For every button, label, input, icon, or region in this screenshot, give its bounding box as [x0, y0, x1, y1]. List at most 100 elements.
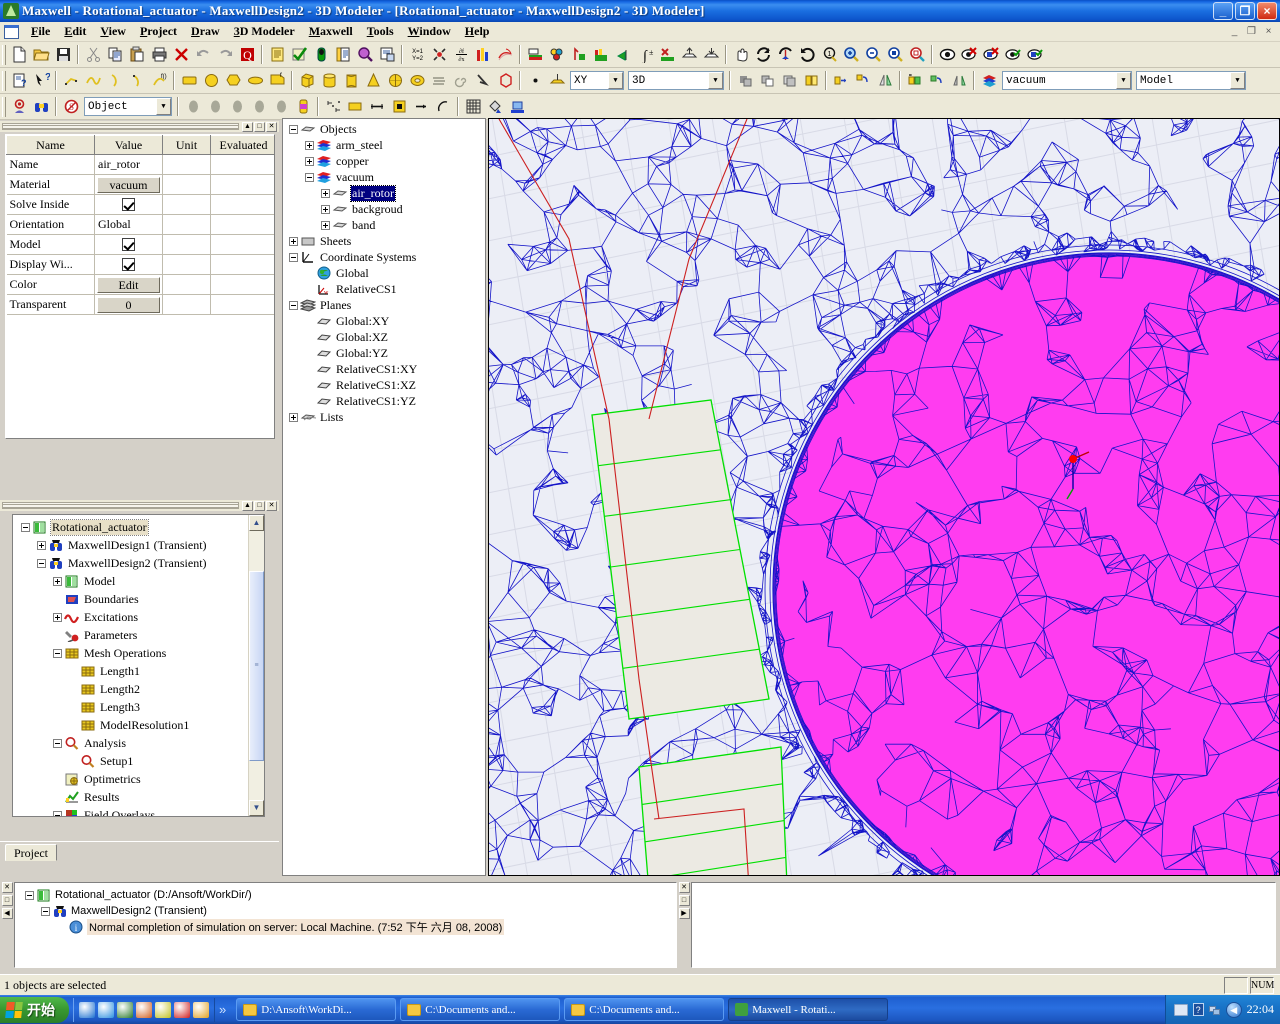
tree-node[interactable]: Analysis — [17, 734, 264, 752]
draw-equation-curve-icon[interactable]: f() — [148, 70, 170, 92]
draw-bondwire-icon[interactable] — [472, 70, 494, 92]
panel-grip[interactable] — [2, 502, 239, 509]
fill-icon[interactable] — [484, 96, 506, 118]
draw-polyline-3d-icon[interactable] — [494, 70, 516, 92]
tree-node[interactable]: Optimetrics — [17, 770, 264, 788]
draw-line-icon[interactable] — [60, 70, 82, 92]
chevron-down-icon[interactable]: ▼ — [1230, 72, 1245, 89]
property-value[interactable] — [94, 254, 163, 275]
plane-select[interactable]: XY ▼ — [570, 71, 624, 90]
tree-node[interactable]: Parameters — [17, 626, 264, 644]
tree-node[interactable]: band — [285, 217, 485, 233]
pan-icon[interactable] — [730, 44, 752, 66]
chevron-down-icon[interactable]: ▼ — [608, 72, 623, 89]
vertex-select-icon[interactable] — [226, 96, 248, 118]
tree-node[interactable]: Sheets — [285, 233, 485, 249]
volume-icon[interactable]: ◀ — [1225, 1001, 1242, 1018]
face-select-icon[interactable] — [182, 96, 204, 118]
zoom-out-icon[interactable] — [862, 44, 884, 66]
menu-item-window[interactable]: Window — [401, 22, 458, 41]
menu-item-view[interactable]: View — [93, 22, 133, 41]
menu-item-help[interactable]: Help — [458, 22, 497, 41]
new-file-icon[interactable] — [8, 44, 30, 66]
expand-node-button[interactable] — [289, 412, 298, 422]
optimetrics-icon[interactable] — [428, 44, 450, 66]
tree-node[interactable]: Boundaries — [17, 590, 264, 608]
mdi-minimize-button[interactable]: _ — [1227, 25, 1242, 39]
rotate-icon[interactable] — [752, 44, 774, 66]
expand-node-button[interactable] — [321, 220, 330, 230]
delete-icon[interactable] — [170, 44, 192, 66]
vscroll-thumb[interactable]: ≡ — [249, 570, 264, 761]
tree-node[interactable]: Coordinate Systems — [285, 249, 485, 265]
blue-icon[interactable] — [506, 96, 528, 118]
property-value[interactable]: Global — [94, 214, 163, 235]
save-icon[interactable] — [52, 44, 74, 66]
animate-icon[interactable] — [612, 44, 634, 66]
expand-node-button[interactable] — [321, 188, 330, 198]
property-row[interactable]: Name air_rotor — [6, 154, 274, 175]
draw-box-icon[interactable] — [296, 70, 318, 92]
expand-node-button[interactable] — [289, 236, 298, 246]
property-row[interactable]: Model — [6, 234, 274, 255]
draw-spiral-icon[interactable] — [450, 70, 472, 92]
draw-cone-icon[interactable] — [362, 70, 384, 92]
menu-item-project[interactable]: Project — [133, 22, 184, 41]
export-report-icon[interactable] — [376, 44, 398, 66]
dynamic-rotate-icon[interactable]: 1 — [818, 44, 840, 66]
toolbar-grip[interactable] — [2, 44, 6, 65]
vscroll-track-bottom[interactable] — [249, 761, 264, 801]
validate-list-icon[interactable] — [266, 44, 288, 66]
mdi-restore-button[interactable]: ❐ — [1244, 25, 1259, 39]
menu-item-draw[interactable]: Draw — [184, 22, 227, 41]
histogram-icon[interactable] — [590, 44, 612, 66]
chevron-down-icon[interactable]: ▼ — [1116, 72, 1131, 89]
property-value[interactable] — [94, 234, 163, 255]
draw-point-icon[interactable] — [524, 70, 546, 92]
tree-node[interactable]: Global — [285, 265, 485, 281]
menu-item-maxwell[interactable]: Maxwell — [302, 22, 360, 41]
tree-node[interactable]: Lists — [285, 409, 485, 425]
model-tree[interactable]: Objects arm_steel copper vacuum air_rotor bac… — [282, 118, 486, 876]
intersect-icon[interactable] — [778, 70, 800, 92]
derivative-icon[interactable]: ∂f ∂x — [450, 44, 472, 66]
entity-select[interactable]: Object ▼ — [84, 97, 172, 116]
property-value[interactable]: 0 — [94, 294, 163, 315]
project-tree[interactable]: Rotational_actuator MaxwellDesign1 (Trans… — [12, 514, 265, 817]
cross-section-icon[interactable] — [292, 96, 314, 118]
draw-torus-icon[interactable] — [406, 70, 428, 92]
acrobat-icon[interactable] — [174, 1001, 190, 1018]
quick-launch-bar[interactable] — [73, 997, 215, 1022]
chevron-more-icon[interactable]: » — [215, 1002, 230, 1017]
3d-modeler-viewport[interactable] — [488, 118, 1280, 876]
stop-select-icon[interactable]: S — [60, 96, 82, 118]
tree-node[interactable]: Global:XZ — [285, 329, 485, 345]
property-row[interactable]: Material vacuum — [6, 174, 274, 195]
field-overlay-icon[interactable] — [494, 44, 516, 66]
taskbar-button[interactable]: D:\Ansoft\WorkDi... — [236, 998, 397, 1021]
media-icon[interactable] — [193, 1001, 209, 1018]
tree-node[interactable]: vacuum — [285, 169, 485, 185]
ime-icon[interactable]: ? — [1192, 1003, 1204, 1016]
property-row[interactable]: Orientation Global — [6, 214, 274, 235]
tree-node[interactable]: Global:YZ — [285, 345, 485, 361]
collapse-node-button[interactable] — [289, 252, 298, 262]
chevron-down-icon[interactable]: ▼ — [156, 98, 171, 115]
taskbar-button[interactable]: Maxwell - Rotati... — [728, 998, 889, 1021]
mirror-icon[interactable] — [874, 70, 896, 92]
validate-check-icon[interactable] — [288, 44, 310, 66]
collapse-node-button[interactable] — [53, 810, 62, 816]
collapse-node-button[interactable] — [305, 172, 314, 182]
zoom-in-icon[interactable] — [840, 44, 862, 66]
tree-node[interactable]: Planes — [285, 297, 485, 313]
plane-up-icon[interactable] — [678, 44, 700, 66]
taskbar-button[interactable]: C:\Documents and... — [564, 998, 725, 1021]
undo-icon[interactable] — [192, 44, 214, 66]
property-column-header[interactable]: Name — [6, 135, 95, 155]
property-column-header[interactable]: Evaluated — [210, 135, 274, 155]
toolbar-grip[interactable] — [2, 70, 6, 91]
tree-node[interactable]: MaxwellDesign2 (Transient) — [17, 554, 264, 572]
collapse-node-button[interactable] — [53, 648, 62, 658]
spin-icon[interactable] — [796, 44, 818, 66]
subtract-icon[interactable] — [756, 70, 778, 92]
